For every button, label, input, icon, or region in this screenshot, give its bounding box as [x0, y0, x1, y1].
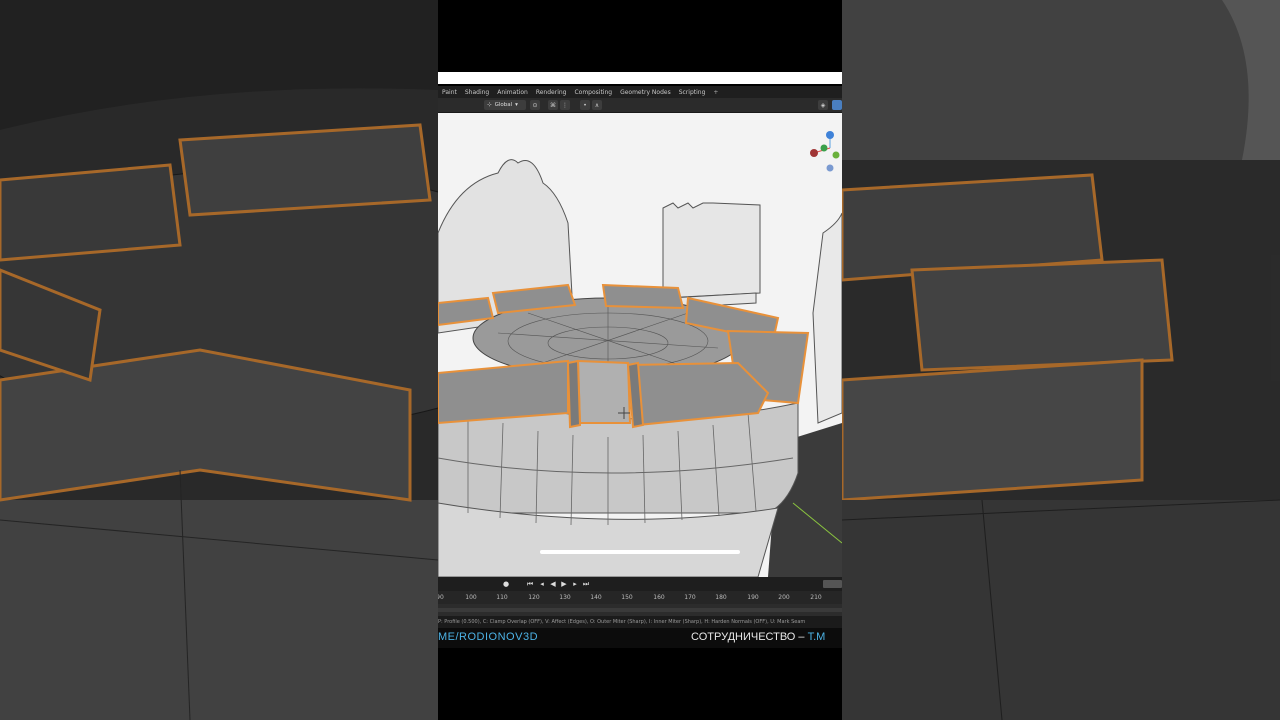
viewport-header: ⊹ Global ▾ ⊙ ⌘ ⋮ • ∧ ◈ — [438, 98, 842, 113]
proportional-icon[interactable]: • — [580, 100, 590, 110]
background-blur-left — [0, 0, 438, 720]
play-icon[interactable]: ▶ — [560, 580, 568, 588]
tab-animation[interactable]: Animation — [493, 89, 532, 96]
overlay-icon[interactable]: ◈ — [818, 100, 828, 110]
frame-field[interactable] — [823, 580, 842, 588]
timeline-scrub-area[interactable] — [438, 604, 842, 616]
tick-label: 160 — [653, 594, 665, 601]
background-blur-right — [842, 0, 1280, 720]
tab-paint[interactable]: Paint — [438, 89, 461, 96]
home-indicator — [540, 550, 740, 554]
tick-label: 200 — [778, 594, 790, 601]
tick-label: 100 — [465, 594, 477, 601]
chevron-down-icon: ▾ — [515, 102, 518, 108]
add-workspace-button[interactable]: + — [709, 89, 722, 96]
video-caption: ME/RODIONOV3D СОТРУДНИЧЕСТВО – T.M — [438, 628, 842, 648]
tick-label: 210 — [810, 594, 822, 601]
jump-end-icon[interactable]: ⏭ — [582, 580, 590, 588]
tick-label: 180 — [715, 594, 727, 601]
caption-channel: ME/RODIONOV3D — [438, 631, 539, 643]
status-bar: P: Profile (0.500), C: Clamp Overlap (OF… — [438, 616, 842, 628]
top-strip — [438, 72, 842, 84]
record-icon[interactable]: ● — [502, 580, 510, 588]
tick-label: 90 — [438, 594, 444, 601]
orientation-icon: ⊹ — [487, 102, 492, 108]
caption-cooperation-text: СОТРУДНИЧЕСТВО – — [691, 631, 808, 643]
play-reverse-icon[interactable]: ◀ — [549, 580, 557, 588]
tick-label: 120 — [528, 594, 540, 601]
tab-shading[interactable]: Shading — [461, 89, 493, 96]
snap-icon[interactable]: ⌘ — [548, 100, 558, 110]
caption-link[interactable]: T.M — [808, 631, 826, 643]
transform-orientation-dropdown[interactable]: ⊹ Global ▾ — [484, 100, 526, 110]
3d-viewport[interactable] — [438, 113, 842, 577]
tick-label: 110 — [496, 594, 508, 601]
prev-key-icon[interactable]: ◂ — [538, 580, 546, 588]
tick-label: 150 — [621, 594, 633, 601]
workspace-tabs: Paint Shading Animation Rendering Compos… — [438, 86, 842, 98]
playback-controls: ● ⏮ ◂ ◀ ▶ ▸ ⏭ — [438, 577, 842, 591]
tab-compositing[interactable]: Compositing — [570, 89, 616, 96]
next-key-icon[interactable]: ▸ — [571, 580, 579, 588]
orientation-label: Global — [494, 102, 513, 108]
gizmo-toggle-icon[interactable] — [832, 100, 842, 110]
jump-start-icon[interactable]: ⏮ — [526, 580, 534, 588]
tab-scripting[interactable]: Scripting — [675, 89, 710, 96]
timeline-ruler[interactable]: 90 100 110 120 130 140 150 160 170 180 1… — [438, 591, 842, 604]
phone-screen: Paint Shading Animation Rendering Compos… — [438, 0, 842, 720]
tab-rendering[interactable]: Rendering — [532, 89, 571, 96]
pivot-icon[interactable]: ⊙ — [530, 100, 540, 110]
timeline-track — [438, 608, 842, 612]
caption-cooperation: СОТРУДНИЧЕСТВО – T.M — [691, 631, 825, 643]
snap-target-icon[interactable]: ⋮ — [560, 100, 570, 110]
tick-label: 190 — [747, 594, 759, 601]
tab-geometry-nodes[interactable]: Geometry Nodes — [616, 89, 675, 96]
tick-label: 170 — [684, 594, 696, 601]
falloff-icon[interactable]: ∧ — [592, 100, 602, 110]
tick-label: 140 — [590, 594, 602, 601]
tick-label: 130 — [559, 594, 571, 601]
